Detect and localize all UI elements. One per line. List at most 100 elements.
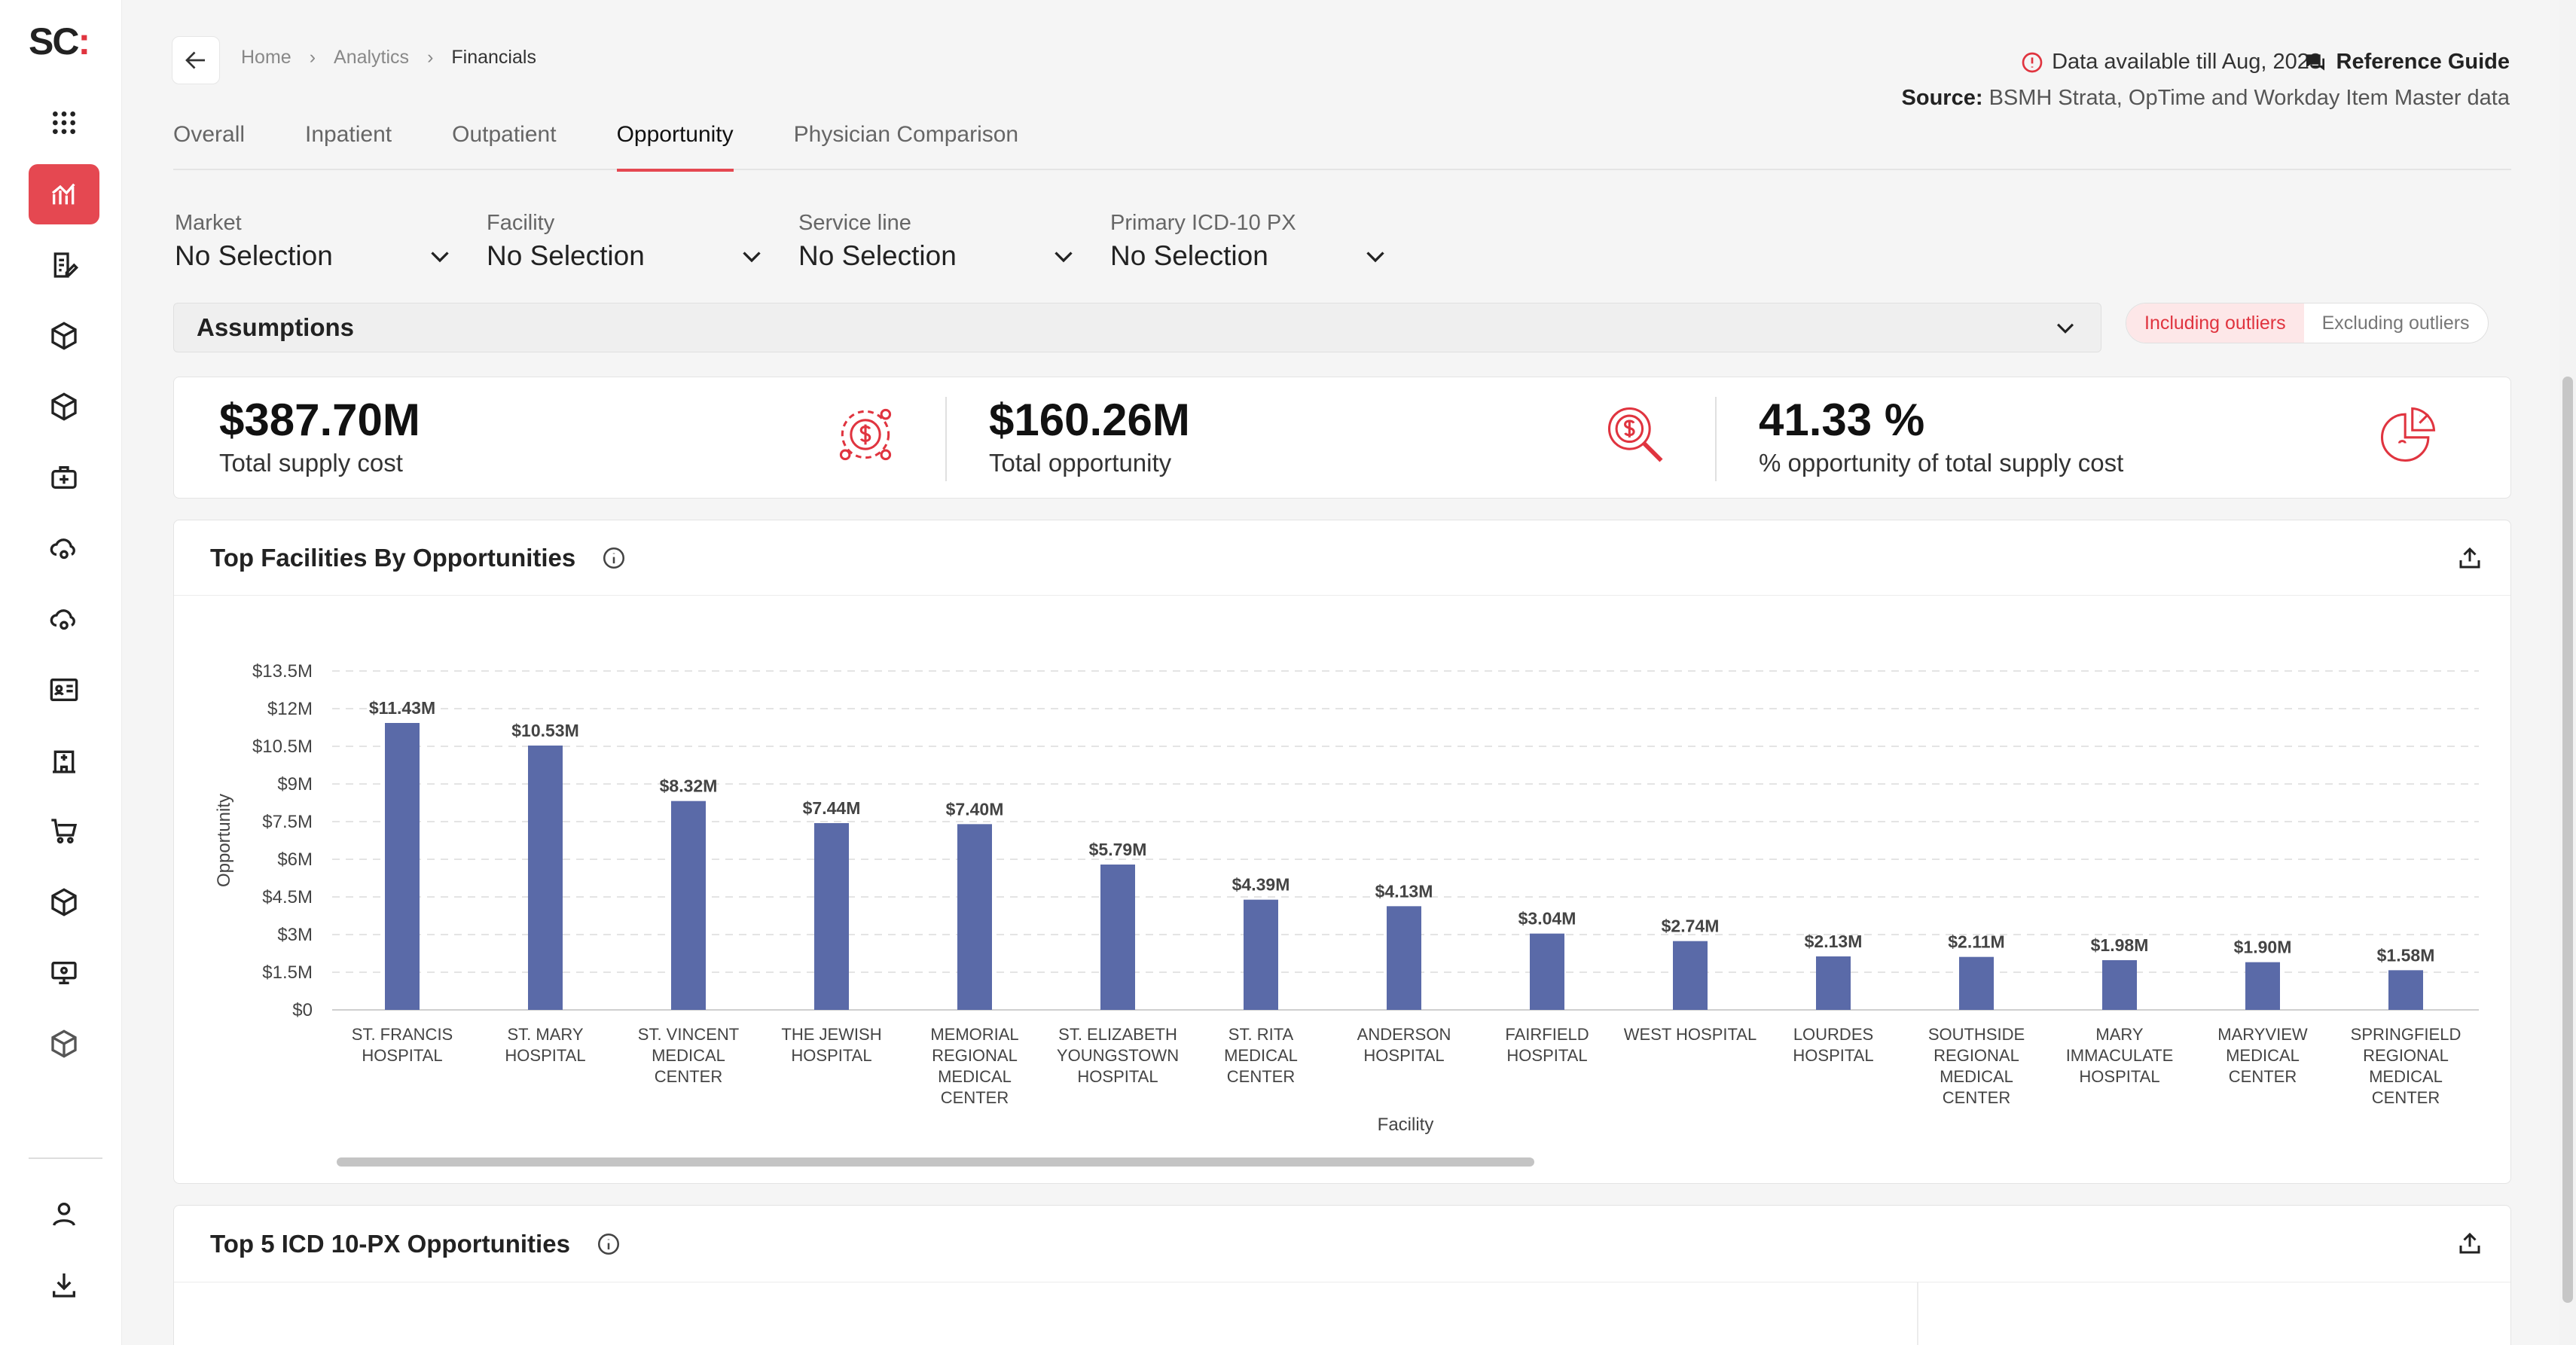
x-axis-label: Facility: [1378, 1115, 1434, 1135]
assumptions-title: Assumptions: [197, 313, 355, 341]
x-tick-label: CENTER: [2372, 1088, 2440, 1107]
info-alert-icon: [2022, 52, 2043, 72]
breadcrumb-home[interactable]: Home: [241, 47, 291, 69]
export-icon[interactable]: [2456, 544, 2483, 572]
bar-value-label: $2.11M: [1948, 932, 2004, 952]
apps-grid-icon[interactable]: [29, 93, 99, 153]
chevron-down-icon: [2056, 323, 2074, 334]
y-tick-label: $0: [292, 1000, 313, 1020]
bar-st-mary-hospital: [528, 746, 563, 1010]
x-tick-label: FAIRFIELD: [1505, 1025, 1589, 1044]
medical-kit-icon[interactable]: [29, 447, 99, 508]
x-tick-label: ST. RITA: [1228, 1025, 1294, 1044]
kpi-value: $387.70M: [219, 395, 420, 445]
kpi-summary-card: $387.70M Total supply cost $160.26M Tota…: [173, 377, 2511, 499]
x-tick-label: CENTER: [655, 1067, 722, 1086]
y-tick-label: $1.5M: [262, 962, 313, 983]
bar-value-label: $5.79M: [1089, 840, 1147, 859]
tab-overall[interactable]: Overall: [173, 119, 245, 170]
kpi-total-opportunity: $160.26M Total opportunity: [989, 394, 1190, 477]
hospital-building-icon[interactable]: [29, 730, 99, 791]
primary-icd-filter-label: Primary ICD-10 PX: [1110, 211, 1296, 235]
tab-bar: Overall Inpatient Outpatient Opportunity…: [173, 119, 2511, 172]
bar-mary-immaculate-hospital: [2102, 960, 2137, 1010]
bar-st-elizabeth-youngstown-hospital: [1100, 865, 1135, 1010]
box-icon[interactable]: [29, 872, 99, 932]
tab-inpatient[interactable]: Inpatient: [305, 119, 392, 170]
chart-card-header: Top Facilities By Opportunities: [174, 520, 2510, 596]
y-axis-label: Opportunity: [214, 794, 234, 887]
page-scrollbar-thumb[interactable]: [2562, 377, 2573, 1303]
excluding-outliers-button[interactable]: Excluding outliers: [2304, 303, 2488, 343]
bar-value-label: $2.13M: [1805, 932, 1863, 951]
cloud-settings-icon[interactable]: [29, 589, 99, 649]
bar-anderson-hospital: [1387, 906, 1421, 1010]
reference-guide-link[interactable]: Reference Guide: [2303, 50, 2510, 75]
market-filter[interactable]: Market No Selection: [175, 211, 453, 272]
info-icon[interactable]: [596, 1231, 621, 1257]
x-tick-label: HOSPITAL: [1793, 1046, 1873, 1065]
dollar-search-icon: [1607, 407, 1663, 462]
bar-memorial-regional-medical-center: [957, 824, 992, 1010]
including-outliers-button[interactable]: Including outliers: [2126, 303, 2304, 343]
bar-value-label: $4.13M: [1375, 881, 1433, 901]
x-tick-label: HOSPITAL: [1363, 1046, 1444, 1065]
logo-mark: :: [78, 20, 90, 63]
app-logo[interactable]: SC:: [29, 20, 90, 63]
bar-springfield-regional-medical-center: [2388, 970, 2423, 1010]
box-icon[interactable]: [29, 306, 99, 366]
breadcrumb-analytics[interactable]: Analytics: [334, 47, 409, 69]
bar-value-label: $1.58M: [2377, 945, 2435, 965]
box-icon[interactable]: [29, 377, 99, 437]
service-line-filter[interactable]: Service line No Selection: [798, 211, 1077, 272]
monitor-icon[interactable]: [29, 943, 99, 1003]
tab-opportunity[interactable]: Opportunity: [616, 119, 734, 172]
x-tick-label: HOSPITAL: [2079, 1067, 2159, 1086]
x-tick-label: MEDICAL: [2226, 1046, 2300, 1065]
bottom-card-title: Top 5 ICD 10-PX Opportunities: [210, 1229, 570, 1258]
box-icon[interactable]: [29, 1014, 99, 1074]
kpi-label: Total supply cost: [219, 449, 403, 477]
facility-filter-value: No Selection: [487, 240, 645, 271]
assumptions-accordion[interactable]: Assumptions: [173, 303, 2101, 352]
x-tick-label: REGIONAL: [2363, 1046, 2449, 1065]
x-tick-label: CENTER: [941, 1088, 1009, 1107]
chevron-down-icon: [1366, 252, 1384, 263]
x-tick-label: MARY: [2095, 1025, 2143, 1044]
tab-physician-comparison[interactable]: Physician Comparison: [794, 119, 1018, 170]
document-edit-icon[interactable]: [29, 235, 99, 295]
user-icon[interactable]: [29, 1184, 99, 1244]
bar-st-rita-medical-center: [1244, 899, 1278, 1010]
y-tick-label: $6M: [277, 849, 313, 870]
analytics-chart-icon[interactable]: [29, 164, 99, 224]
bar-value-label: $3.04M: [1518, 909, 1576, 929]
service-line-filter-label: Service line: [798, 211, 911, 235]
primary-icd-filter[interactable]: Primary ICD-10 PX No Selection: [1110, 211, 1389, 272]
y-tick-label: $12M: [267, 699, 313, 719]
tab-outpatient[interactable]: Outpatient: [452, 119, 556, 170]
back-button[interactable]: [172, 36, 220, 84]
source-value: BSMH Strata, OpTime and Workday Item Mas…: [1982, 86, 2510, 110]
chart-card-title: Top Facilities By Opportunities: [210, 543, 576, 572]
logo-text: SC: [29, 20, 79, 63]
facility-filter[interactable]: Facility No Selection: [487, 211, 765, 272]
chart-horizontal-scrollbar[interactable]: [337, 1157, 1534, 1167]
cart-icon[interactable]: [29, 801, 99, 862]
info-icon[interactable]: [601, 545, 627, 571]
x-tick-label: REGIONAL: [1934, 1046, 2019, 1065]
export-icon[interactable]: [2456, 1230, 2483, 1257]
x-tick-label: ANDERSON: [1357, 1025, 1451, 1044]
bar-value-label: $7.40M: [946, 799, 1004, 819]
id-card-icon[interactable]: [29, 660, 99, 720]
x-tick-label: SOUTHSIDE: [1928, 1025, 2025, 1044]
bar-value-label: $11.43M: [369, 698, 435, 718]
kpi-label: % opportunity of total supply cost: [1759, 449, 2124, 477]
cloud-settings-icon[interactable]: [29, 518, 99, 578]
x-tick-label: CENTER: [1227, 1067, 1295, 1086]
reference-guide-label: Reference Guide: [2336, 50, 2510, 74]
bar-value-label: $1.98M: [2091, 935, 2149, 955]
download-icon[interactable]: [29, 1255, 99, 1315]
sidebar: SC:: [0, 0, 122, 1345]
chevron-down-icon: [431, 252, 449, 263]
x-tick-label: MEMORIAL: [930, 1025, 1018, 1044]
